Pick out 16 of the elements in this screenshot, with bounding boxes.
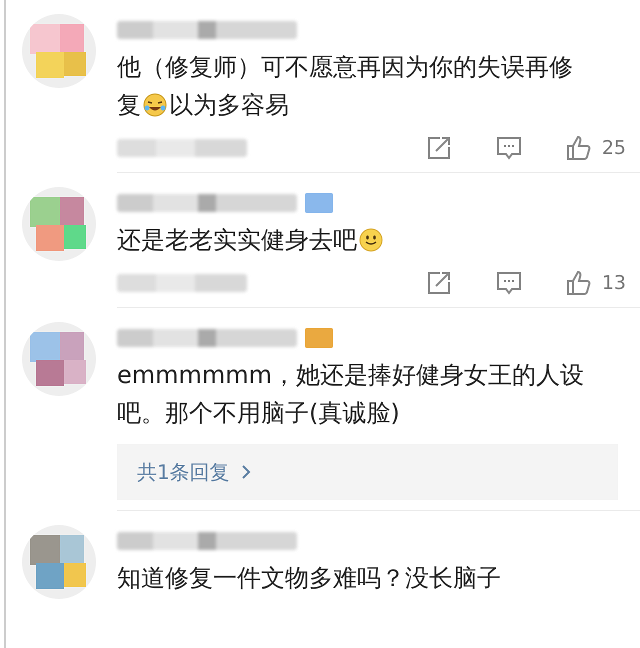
smiling-emoji-icon xyxy=(359,228,383,252)
comment-text: 他（修复师）可不愿意再因为你的失误再修复 以为多容易 xyxy=(117,52,574,121)
share-icon[interactable] xyxy=(426,270,452,296)
comment-text: emmmmmm，她还是捧好健身女王的人设吧。那个不用脑子(真诚脸) xyxy=(117,360,586,429)
replies-link[interactable]: 共1条回复 xyxy=(117,444,618,500)
comment-text: 知道修复一件文物多难吗？没长脑子 xyxy=(117,563,502,594)
comment-icon[interactable] xyxy=(496,135,522,161)
chevron-icon xyxy=(240,464,252,480)
comment-icon[interactable] xyxy=(496,270,522,296)
like-count: 13 xyxy=(602,272,626,294)
like-icon[interactable] xyxy=(566,270,592,296)
like-count: 25 xyxy=(602,137,626,159)
like-icon[interactable] xyxy=(566,135,592,161)
comment-text: 还是老老实实健身去吧 xyxy=(117,215,640,259)
share-icon[interactable] xyxy=(426,135,452,161)
laughing-emoji-icon xyxy=(143,93,167,117)
